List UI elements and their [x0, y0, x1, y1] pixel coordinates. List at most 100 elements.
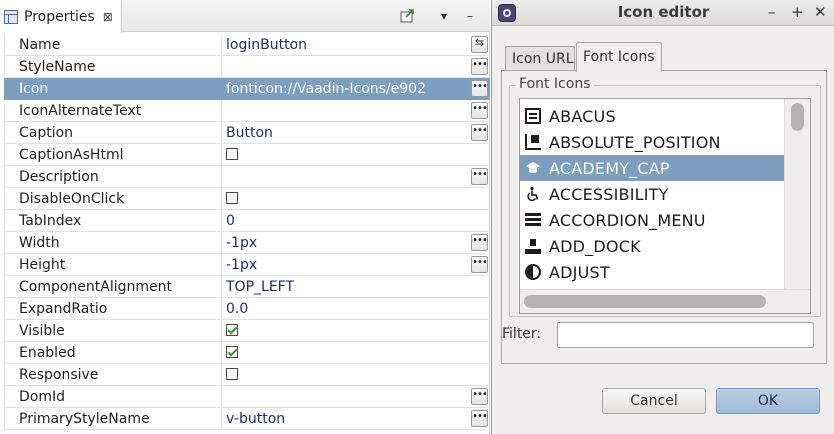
- property-row[interactable]: IconAlternateText •••: [4, 100, 490, 122]
- ellipsis-button[interactable]: •••: [471, 256, 488, 273]
- property-value-cell[interactable]: •••: [222, 56, 490, 78]
- icon-list-item[interactable]: ADD_DOCK: [520, 233, 784, 259]
- property-value-cell[interactable]: •••: [222, 166, 490, 188]
- accessibility-icon: [525, 186, 541, 202]
- vertical-scroll-thumb[interactable]: [791, 103, 804, 131]
- property-value: 0.0: [226, 301, 249, 317]
- property-row[interactable]: DisableOnClick: [4, 188, 490, 210]
- icon-list-item[interactable]: ACCESSIBILITY: [520, 181, 784, 207]
- icon-list-item-label: ACCORDION_MENU: [549, 210, 706, 230]
- icon-list[interactable]: ABACUS ABSOLUTE_POSITION ACADEMY_CAP ACCESS…: [519, 98, 811, 314]
- property-value-cell[interactable]: [222, 188, 490, 210]
- ellipsis-button[interactable]: •••: [471, 58, 488, 75]
- property-value-cell[interactable]: •••: [222, 386, 490, 408]
- academy-cap-icon: [525, 160, 541, 176]
- property-row[interactable]: Responsive: [4, 364, 490, 386]
- close-icon[interactable]: ⊠: [103, 10, 113, 24]
- tab-icon-url[interactable]: Icon URL: [505, 46, 575, 72]
- property-value-cell[interactable]: Button •••: [222, 122, 490, 144]
- property-row[interactable]: Width -1px •••: [4, 232, 490, 254]
- property-value-cell[interactable]: v-button •••: [222, 408, 490, 430]
- property-value-cell[interactable]: [222, 364, 490, 386]
- ok-button[interactable]: OK: [716, 388, 820, 414]
- property-value-cell[interactable]: TOP_LEFT: [222, 276, 490, 298]
- property-checkbox[interactable]: [226, 368, 238, 380]
- property-row[interactable]: ComponentAlignment TOP_LEFT: [4, 276, 490, 298]
- vertical-scrollbar[interactable]: [784, 99, 810, 289]
- property-value-cell[interactable]: loginButton ⇆: [222, 34, 490, 56]
- property-name: IconAlternateText: [4, 100, 222, 122]
- ellipsis-button[interactable]: •••: [471, 234, 488, 251]
- icon-list-item-label: ACADEMY_CAP: [549, 158, 670, 178]
- close-window-button[interactable]: ✕: [814, 3, 827, 21]
- property-row[interactable]: PrimaryStyleName v-button •••: [4, 408, 490, 430]
- property-row[interactable]: Height -1px •••: [4, 254, 490, 276]
- icon-list-item[interactable]: ADJUST: [520, 259, 784, 285]
- property-checkbox[interactable]: [226, 324, 238, 336]
- filter-input[interactable]: [557, 322, 814, 348]
- property-row[interactable]: DomId •••: [4, 386, 490, 408]
- accordion-menu-icon: [525, 212, 541, 228]
- adjust-icon: [525, 264, 541, 280]
- ellipsis-button[interactable]: •••: [471, 168, 488, 185]
- property-row[interactable]: ExpandRatio 0.0: [4, 298, 490, 320]
- minimize-window-button[interactable]: –: [768, 3, 776, 21]
- ellipsis-button[interactable]: •••: [471, 80, 488, 97]
- properties-view-header: Properties ⊠ ▾ –: [0, 0, 490, 33]
- property-row[interactable]: TabIndex 0: [4, 210, 490, 232]
- icon-list-item[interactable]: ABSOLUTE_POSITION: [520, 129, 784, 155]
- property-value-cell[interactable]: -1px •••: [222, 232, 490, 254]
- property-name: Enabled: [4, 342, 222, 364]
- icon-list-item[interactable]: ACADEMY_CAP: [520, 155, 784, 181]
- pin-icon[interactable]: [398, 6, 418, 26]
- filter-label: Filter:: [502, 326, 542, 342]
- property-value-cell[interactable]: •••: [222, 100, 490, 122]
- tab-font-icons[interactable]: Font Icons: [576, 42, 662, 72]
- dialog-titlebar[interactable]: Icon editor – + ✕: [492, 0, 834, 26]
- absolute-position-icon: [525, 134, 541, 150]
- property-value-cell[interactable]: fonticon://Vaadin-Icons/e902 •••: [222, 78, 490, 100]
- ellipsis-button[interactable]: •••: [471, 124, 488, 141]
- property-name: TabIndex: [4, 210, 222, 232]
- ellipsis-button[interactable]: •••: [471, 102, 488, 119]
- horizontal-scrollbar[interactable]: [520, 289, 810, 313]
- property-row[interactable]: StyleName •••: [4, 56, 490, 78]
- property-checkbox[interactable]: [226, 148, 238, 160]
- property-value: TOP_LEFT: [226, 279, 295, 295]
- property-value-cell[interactable]: [222, 320, 490, 342]
- property-row[interactable]: Name loginButton ⇆: [4, 34, 490, 56]
- property-value: -1px: [226, 235, 258, 251]
- property-row[interactable]: Description •••: [4, 166, 490, 188]
- property-row[interactable]: Caption Button •••: [4, 122, 490, 144]
- ellipsis-button[interactable]: •••: [471, 388, 488, 405]
- property-row[interactable]: Enabled: [4, 342, 490, 364]
- property-name: Responsive: [4, 364, 222, 386]
- property-value-cell[interactable]: 0.0: [222, 298, 490, 320]
- property-value-cell[interactable]: [222, 144, 490, 166]
- swap-icon-button[interactable]: ⇆: [471, 36, 488, 53]
- property-row[interactable]: Visible: [4, 320, 490, 342]
- maximize-window-button[interactable]: +: [791, 3, 804, 21]
- icon-list-item[interactable]: ACCORDION_MENU: [520, 207, 784, 233]
- property-name: PrimaryStyleName: [4, 408, 222, 430]
- minimize-icon[interactable]: –: [460, 6, 480, 26]
- property-row[interactable]: Icon fonticon://Vaadin-Icons/e902 •••: [4, 78, 490, 100]
- tab-properties[interactable]: Properties ⊠: [0, 0, 122, 33]
- properties-table: Name loginButton ⇆ StyleName ••• Icon fonticon…: [4, 34, 490, 430]
- property-checkbox[interactable]: [226, 346, 238, 358]
- font-icons-panel: Font Icons ABACUS ABSOLUTE_POSITION ACADEM…: [501, 70, 827, 364]
- property-name: DisableOnClick: [4, 188, 222, 210]
- icon-list-item[interactable]: ABACUS: [520, 103, 784, 129]
- property-value-cell[interactable]: [222, 342, 490, 364]
- property-value-cell[interactable]: 0: [222, 210, 490, 232]
- cancel-button[interactable]: Cancel: [602, 388, 706, 414]
- icon-list-item-label: ADJUST: [549, 262, 610, 282]
- property-value-cell[interactable]: -1px •••: [222, 254, 490, 276]
- property-row[interactable]: CaptionAsHtml: [4, 144, 490, 166]
- horizontal-scroll-thumb[interactable]: [524, 295, 766, 308]
- view-menu-icon[interactable]: ▾: [434, 6, 454, 26]
- ellipsis-button[interactable]: •••: [471, 410, 488, 427]
- property-name: ComponentAlignment: [4, 276, 222, 298]
- property-name: DomId: [4, 386, 222, 408]
- property-checkbox[interactable]: [226, 192, 238, 204]
